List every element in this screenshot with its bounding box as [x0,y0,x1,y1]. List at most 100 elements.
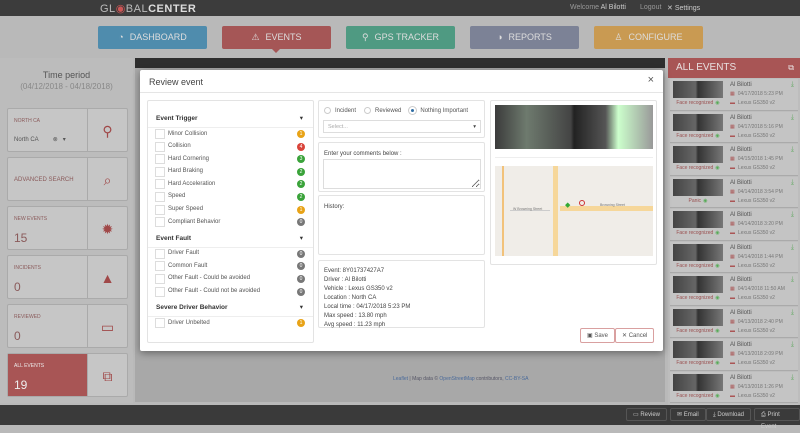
status-radio-group[interactable]: Incident Reviewed Nothing Important [324,107,468,114]
comments-input[interactable] [323,159,481,189]
osm-link[interactable]: OpenStreetMap [439,376,474,382]
radio-button[interactable] [364,107,372,114]
download-icon[interactable]: ⤓ [791,114,794,122]
event-list-item[interactable]: Face recognized ◉ Al Bilotti ▦ 04/14/2018 11… [670,274,798,306]
checkbox[interactable] [155,166,165,177]
checkbox[interactable] [155,179,165,190]
event-list-item[interactable]: Face recognized ◉ Al Bilotti ▦ 04/15/2018 1:… [670,144,798,176]
radio-button[interactable] [409,107,417,114]
event-thumbnail[interactable] [673,146,723,163]
category-select[interactable]: Select... ▾ [323,120,481,133]
checkbox-row[interactable]: Other Fault - Could be avoided 0 [148,273,313,286]
nav-dashboard[interactable]: ◔ DASHBOARD [98,26,207,49]
checkbox-row[interactable]: Super Speed 1 [148,204,313,217]
event-thumbnail[interactable] [673,81,723,98]
date-range[interactable]: (04/12/2018 - 04/18/2018) [0,82,133,91]
clear-icon[interactable]: ⊗ [53,137,58,143]
checkbox[interactable] [155,248,165,259]
event-list-item[interactable]: Face recognized ◉ Al Bilotti ▦ 04/14/2018 3:… [670,209,798,241]
download-button[interactable]: ⤓ Download [706,408,752,421]
caret-down-icon[interactable]: ▾ [300,229,303,248]
event-list[interactable]: Face recognized ◉ Al Bilotti ▦ 04/17/2018 5:… [668,79,800,405]
settings-link[interactable]: ✕ Settings [667,4,700,12]
close-icon[interactable]: × [648,74,654,86]
section-header[interactable]: Severe Driver Behavior ▾ [148,298,313,318]
event-thumbnail[interactable] [673,341,723,358]
checkbox[interactable] [155,217,165,228]
event-thumbnail[interactable] [673,373,723,391]
incidents-card[interactable]: INCIDENTS 0 ▲ [7,255,128,299]
radio-incident[interactable]: Incident [324,107,356,114]
section-header[interactable]: Event Trigger ▾ [148,109,313,128]
checkbox[interactable] [155,286,165,297]
event-thumbnail[interactable] [673,211,723,228]
checkbox-row[interactable]: Collision 4 [148,141,313,154]
checkbox-row[interactable]: Compliant Behavior 0 [148,216,313,229]
radio-nothing-important[interactable]: Nothing Important [409,107,468,114]
checkbox[interactable] [155,204,165,215]
event-thumbnail[interactable] [673,178,723,196]
event-classification-panel[interactable]: Event Trigger ▾ Minor Collision 1 Collision 4… [147,100,314,343]
region-select[interactable]: North CA ⊗ ▾ [14,136,66,143]
download-icon[interactable]: ⤓ [791,179,794,187]
download-icon[interactable]: ⤓ [791,341,794,349]
checkbox[interactable] [155,273,165,284]
event-thumbnail[interactable] [673,113,723,131]
checkbox[interactable] [155,318,165,329]
event-thumbnail[interactable] [673,243,723,261]
event-video-thumbnail[interactable] [495,105,653,149]
event-list-item[interactable]: Face recognized ◉ Al Bilotti ▦ 04/13/2018 1:… [670,371,798,403]
checkbox-row[interactable]: Common Fault 0 [148,260,313,273]
advanced-search-card[interactable]: ADVANCED SEARCH ⌕ [7,157,128,201]
download-icon[interactable]: ⤓ [791,146,794,154]
checkbox[interactable] [155,129,165,139]
caret-down-icon[interactable]: ▾ [300,298,303,317]
download-icon[interactable]: ⤓ [791,374,794,382]
start-marker-icon[interactable]: ◆ [565,201,570,209]
checkbox-row[interactable]: Driver Unbelted 1 [148,317,313,330]
logout-link[interactable]: Logout [640,4,661,11]
radio-reviewed[interactable]: Reviewed [364,107,401,114]
event-list-item[interactable]: Face recognized ◉ Al Bilotti ▦ 04/14/2018 1:… [670,241,798,273]
checkbox-row[interactable]: Hard Acceleration 2 [148,178,313,191]
event-thumbnail[interactable] [673,308,723,326]
event-list-item[interactable]: Face recognized ◉ Al Bilotti ▦ 04/13/2018 2:… [670,339,798,371]
cancel-button[interactable]: ✕ Cancel [615,328,655,343]
event-list-item[interactable]: Panic ◉ Al Bilotti ▦ 04/14/2018 3:54 PM ▬ Lexu… [670,176,798,208]
nav-gps-tracker[interactable]: ⚲ GPS TRACKER [346,26,455,49]
radio-button[interactable] [324,107,331,114]
user-name[interactable]: Al Bilotti [601,4,626,11]
checkbox-row[interactable]: Hard Cornering 3 [148,153,313,166]
checkbox-row[interactable]: Other Fault - Could not be avoided 0 [148,286,313,299]
checkbox[interactable] [155,191,165,202]
checkbox[interactable] [155,261,165,272]
checkbox-row[interactable]: Driver Fault 0 [148,248,313,261]
end-marker-icon[interactable] [579,200,585,206]
review-button[interactable]: ▭ Review [626,408,668,421]
all-events-card[interactable]: ALL EVENTS 19 ⧉ [7,353,128,397]
nav-reports[interactable]: ◑ REPORTS [470,26,579,49]
region-filter-card[interactable]: NORTH CA North CA ⊗ ▾ ⚲ [7,108,128,152]
new-events-card[interactable]: NEW EVENTS 15 ✹ [7,206,128,250]
download-icon[interactable]: ⤓ [791,211,794,219]
event-list-item[interactable]: Face recognized ◉ Al Bilotti ▦ 04/17/2018 5:… [670,79,798,111]
license-link[interactable]: CC-BY-SA [505,376,528,382]
copy-icon[interactable]: ⧉ [788,58,794,78]
checkbox[interactable] [155,154,165,165]
leaflet-link[interactable]: Leaflet [393,376,408,382]
print-event-button[interactable]: ⎙ Print Event [754,408,800,430]
download-icon[interactable]: ⤓ [791,309,794,317]
download-icon[interactable]: ⤓ [791,244,794,252]
event-thumbnail[interactable] [673,276,723,293]
nav-events[interactable]: ⚠ EVENTS [222,26,331,53]
nav-configure[interactable]: ♙ CONFIGURE [594,26,703,49]
location-pin-icon[interactable]: ⚲ [87,109,127,151]
event-list-item[interactable]: Face recognized ◉ Al Bilotti ▦ 04/13/2018 2:… [670,306,798,338]
email-button[interactable]: ✉ Email [670,408,706,421]
checkbox-row[interactable]: Minor Collision 1 [148,128,313,141]
time-period[interactable]: Time period (04/12/2018 - 04/18/2018) [0,70,133,91]
search-icon[interactable]: ⌕ [87,158,127,200]
checkbox[interactable] [155,141,165,152]
event-map[interactable]: Browning Street W Browning Street ◆ [495,166,653,256]
download-icon[interactable]: ⤓ [791,81,794,89]
